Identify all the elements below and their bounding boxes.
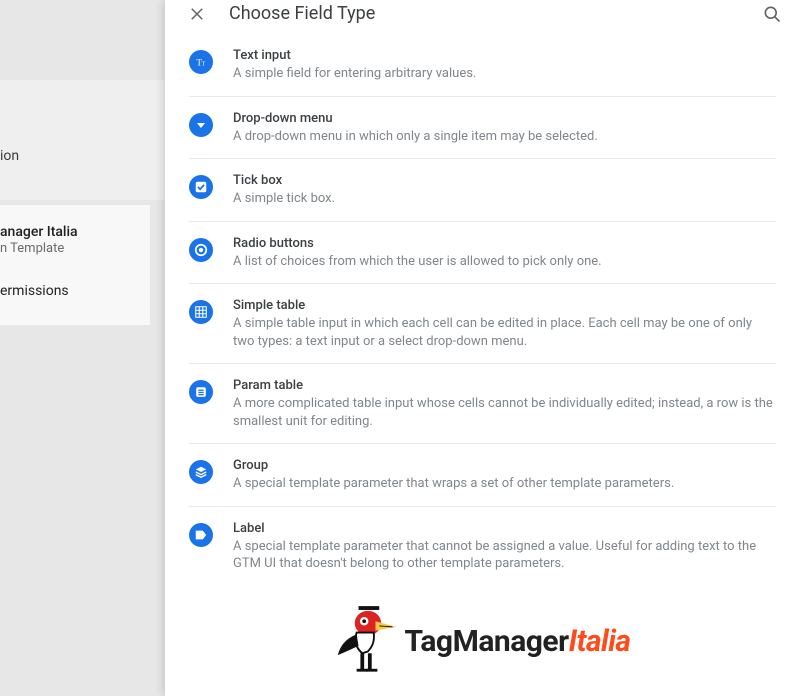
- field-option-simple-table[interactable]: Simple table A simple table input in whi…: [189, 284, 776, 364]
- close-button[interactable]: [185, 2, 209, 26]
- field-option-title: Drop-down menu: [233, 111, 776, 126]
- tickbox-icon: [189, 175, 213, 199]
- field-type-list: TT Text input A simple field for enterin…: [165, 28, 800, 586]
- logo-text: TagManagerItalia: [404, 624, 630, 659]
- background-block: [0, 80, 165, 200]
- label-icon: [189, 523, 213, 547]
- field-option-desc: A simple field for entering arbitrary va…: [233, 65, 776, 83]
- table-icon: [189, 300, 213, 324]
- radio-icon: [189, 238, 213, 262]
- field-option-desc: A drop-down menu in which only a single …: [233, 128, 776, 146]
- search-icon: [762, 4, 782, 24]
- param-table-icon: [189, 380, 213, 404]
- field-option-desc: A special template parameter that cannot…: [233, 538, 776, 573]
- field-option-label[interactable]: Label A special template parameter that …: [189, 507, 776, 586]
- field-option-title: Simple table: [233, 298, 776, 313]
- field-option-tickbox[interactable]: Tick box A simple tick box.: [189, 159, 776, 222]
- field-option-radio[interactable]: Radio buttons A list of choices from whi…: [189, 222, 776, 285]
- panel-header: Choose Field Type: [165, 0, 800, 28]
- group-icon: [189, 460, 213, 484]
- background-block: [0, 205, 150, 325]
- tagmanageritalia-logo: TagManagerItalia: [165, 586, 800, 696]
- dropdown-icon: [189, 113, 213, 137]
- field-option-title: Label: [233, 521, 776, 536]
- field-option-param-table[interactable]: Param table A more complicated table inp…: [189, 364, 776, 444]
- background-subtitle-fragment: n Template: [0, 241, 64, 256]
- logo-text-part2: Italia: [569, 624, 631, 659]
- field-option-title: Group: [233, 458, 776, 473]
- field-option-text-input[interactable]: TT Text input A simple field for enterin…: [189, 34, 776, 97]
- field-option-desc: A simple table input in which each cell …: [233, 315, 776, 350]
- field-option-title: Param table: [233, 378, 776, 393]
- logo-text-part1: TagManager: [404, 624, 568, 659]
- field-option-desc: A special template parameter that wraps …: [233, 475, 776, 493]
- field-option-desc: A simple tick box.: [233, 190, 776, 208]
- search-button[interactable]: [760, 2, 784, 26]
- field-option-dropdown[interactable]: Drop-down menu A drop-down menu in which…: [189, 97, 776, 160]
- field-option-title: Tick box: [233, 173, 776, 188]
- close-icon: [188, 5, 206, 23]
- background-title-fragment: anager Italia: [0, 224, 78, 240]
- background-permissions-fragment: ermissions: [0, 283, 69, 299]
- field-option-group[interactable]: Group A special template parameter that …: [189, 444, 776, 507]
- choose-field-type-panel: Choose Field Type TT Text input A simple…: [165, 0, 800, 696]
- background-text-fragment: ion: [0, 148, 19, 164]
- field-option-title: Radio buttons: [233, 236, 776, 251]
- panel-title: Choose Field Type: [229, 3, 760, 24]
- svg-text:T: T: [202, 61, 206, 67]
- field-option-desc: A more complicated table input whose cel…: [233, 395, 776, 430]
- field-option-desc: A list of choices from which the user is…: [233, 253, 776, 271]
- text-input-icon: TT: [189, 50, 213, 74]
- woodpecker-icon: [334, 606, 400, 676]
- field-option-title: Text input: [233, 48, 776, 63]
